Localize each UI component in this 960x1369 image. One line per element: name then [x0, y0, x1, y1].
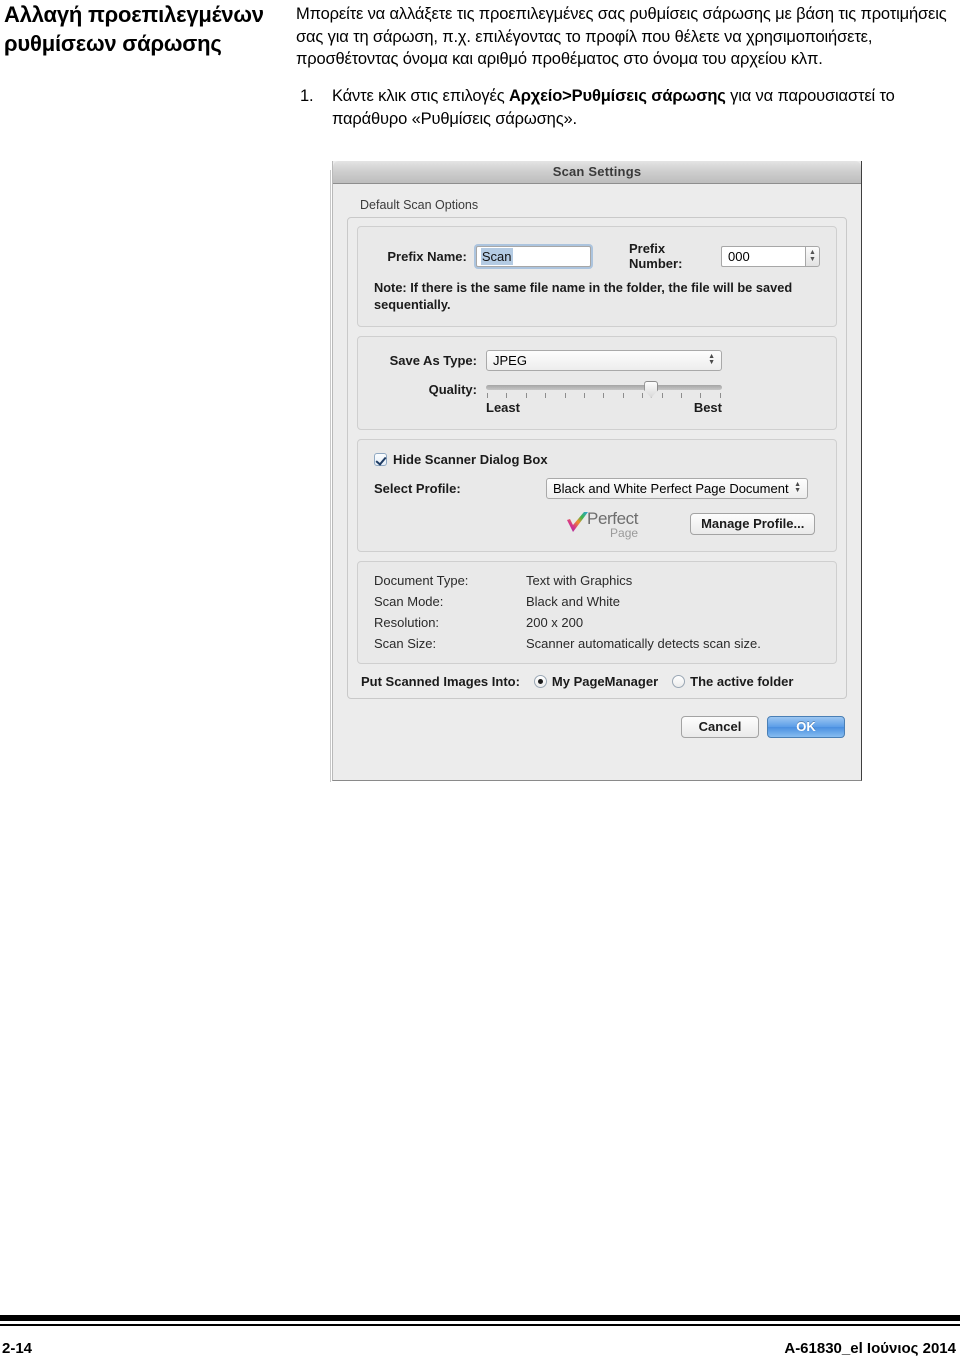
hide-scanner-dialog-label: Hide Scanner Dialog Box — [393, 451, 548, 467]
slider-label-least: Least — [486, 399, 520, 415]
slider-tick — [700, 392, 702, 398]
perfect-page-logo: Perfect Page — [564, 510, 638, 539]
manage-profile-button[interactable]: Manage Profile... — [690, 513, 816, 536]
select-profile-row: Select Profile: Black and White Perfect … — [374, 477, 820, 499]
scan-settings-screenshot: Scan Settings Default Scan Options Prefi… — [332, 161, 862, 781]
updown-arrows-icon: ▲ ▼ — [794, 481, 801, 495]
footer-document-id: A-61830_el Ιούνιος 2014 — [784, 1340, 956, 1357]
slider-tick — [525, 392, 527, 398]
step-list: 1. Κάντε κλικ στις επιλογές Αρχείο>Ρυθμίσ… — [296, 85, 956, 131]
body-column: Μπορείτε να αλλάξετε τις προεπιλεγμένες … — [296, 3, 956, 130]
select-profile-select[interactable]: Black and White Perfect Page Document ▲ ▼ — [546, 477, 808, 499]
summary-value: 200 x 200 — [526, 614, 584, 630]
perfect-page-wordmark: Perfect Page — [587, 510, 638, 539]
summary-value: Scanner automatically detects scan size. — [526, 635, 761, 651]
summary-key: Scan Mode: — [374, 593, 444, 609]
logo-secondary-text: Page — [610, 525, 639, 540]
updown-arrows-icon: ▲ ▼ — [708, 353, 715, 367]
prefix-row: Prefix Name: Scan Prefix Number: 000 ▲ ▼ — [374, 241, 820, 271]
quality-label: Quality: — [428, 381, 477, 397]
radio-label-my-pagemanager: My PageManager — [551, 673, 659, 689]
slider-tick — [719, 392, 721, 398]
slider-ticks — [486, 392, 722, 398]
dialog-body: Default Scan Options Prefix Name: Scan P… — [333, 185, 861, 780]
summary-key: Resolution: — [374, 614, 440, 630]
table-row: Scan Mode: Black and White — [374, 594, 820, 609]
slider-tick — [661, 392, 663, 398]
put-images-row: Put Scanned Images Into: My PageManager … — [357, 674, 837, 689]
slider-tick — [681, 392, 683, 398]
summary-key: Scan Size: — [374, 635, 437, 651]
slider-label-best: Best — [693, 399, 722, 415]
prefix-number-control: 000 ▲ ▼ — [721, 245, 820, 267]
footer-page-number: 2-14 — [2, 1340, 33, 1357]
chevron-up-icon[interactable]: ▲ — [809, 249, 816, 256]
step-text-part1: Κάντε κλικ στις επιλογές — [332, 86, 509, 105]
dialog-titlebar: Scan Settings — [333, 161, 861, 184]
prefix-name-label: Prefix Name: — [387, 248, 467, 264]
table-row: Document Type: Text with Graphics — [374, 573, 820, 588]
intro-paragraph: Μπορείτε να αλλάξετε τις προεπιλεγμένες … — [296, 5, 947, 69]
save-as-type-value: JPEG — [493, 352, 527, 368]
dialog-button-row: Cancel OK — [347, 715, 847, 738]
quality-slider[interactable]: Least Best — [486, 380, 722, 415]
group-label-default-scan-options: Default Scan Options — [360, 198, 479, 212]
profile-logo-row: Perfect Page Manage Profile... — [374, 510, 820, 539]
hide-scanner-dialog-row[interactable]: Hide Scanner Dialog Box — [374, 452, 820, 467]
cancel-button[interactable]: Cancel — [681, 715, 759, 738]
summary-value: Black and White — [526, 593, 620, 609]
slider-tick — [622, 392, 624, 398]
table-row: Scan Size: Scanner automatically detects… — [374, 636, 820, 651]
summary-key: Document Type: — [374, 572, 469, 588]
scan-summary-panel: Document Type: Text with Graphics Scan M… — [357, 560, 837, 664]
checkmark-icon[interactable] — [374, 452, 387, 466]
quantity-stepper[interactable]: ▲ ▼ — [805, 245, 820, 267]
slider-track[interactable] — [486, 384, 722, 390]
prefix-number-input[interactable]: 000 — [721, 245, 805, 267]
step-number: 1. — [300, 86, 314, 105]
slider-tick — [603, 392, 605, 398]
save-as-type-select[interactable]: JPEG ▲ ▼ — [486, 349, 722, 371]
prefix-name-value: Scan — [480, 247, 513, 265]
radio-active-folder[interactable] — [672, 674, 686, 688]
profile-panel: Hide Scanner Dialog Box Select Profile: … — [357, 438, 837, 552]
select-profile-value: Black and White Perfect Page Document — [553, 480, 789, 496]
logo-primary-text: Perfect — [587, 508, 639, 528]
slider-tick — [487, 392, 488, 398]
summary-value: Text with Graphics — [526, 572, 633, 588]
select-profile-label: Select Profile: — [374, 480, 461, 496]
slider-tick — [584, 392, 586, 398]
table-row: Resolution: 200 x 200 — [374, 615, 820, 630]
default-scan-options-group: Prefix Name: Scan Prefix Number: 000 ▲ ▼ — [347, 217, 847, 699]
dialog-title: Scan Settings — [552, 164, 642, 179]
prefix-number-label: Prefix Number: — [628, 241, 683, 271]
prefix-number-value: 000 — [728, 248, 750, 264]
save-as-type-label: Save As Type: — [389, 352, 477, 368]
scan-artifact-line — [330, 170, 331, 782]
slider-tick — [642, 392, 644, 398]
footer-rule-thick — [0, 1315, 960, 1321]
put-images-label: Put Scanned Images Into: — [361, 673, 520, 689]
prefix-note: Note: If there is the same file name in … — [374, 280, 793, 312]
ok-button[interactable]: OK — [767, 715, 845, 738]
radio-label-active-folder: The active folder — [690, 673, 794, 689]
slider-endpoint-labels: Least Best — [486, 400, 722, 415]
radio-my-pagemanager[interactable] — [533, 674, 547, 688]
quality-row: Quality: Least Best — [374, 380, 820, 415]
document-page: Αλλαγή προεπιλεγμένων ρυθμίσεων σάρωσης … — [0, 0, 960, 1369]
save-as-type-row: Save As Type: JPEG ▲ ▼ — [374, 349, 820, 371]
step-text-bold: Αρχείο>Ρυθμίσεις σάρωσης — [508, 86, 726, 105]
page-title: Αλλαγή προεπιλεγμένων ρυθμίσεων σάρωσης — [4, 2, 264, 57]
footer-rule-thin — [0, 1324, 960, 1326]
save-as-panel: Save As Type: JPEG ▲ ▼ Quality: Least Be… — [357, 335, 837, 430]
slider-tick — [506, 392, 508, 398]
prefix-name-input[interactable]: Scan — [475, 245, 591, 267]
prefix-panel: Prefix Name: Scan Prefix Number: 000 ▲ ▼ — [357, 226, 837, 327]
list-item: 1. Κάντε κλικ στις επιλογές Αρχείο>Ρυθμίσ… — [296, 85, 956, 131]
chevron-down-icon[interactable]: ▼ — [809, 256, 816, 263]
slider-tick — [564, 392, 566, 398]
slider-tick — [545, 392, 547, 398]
